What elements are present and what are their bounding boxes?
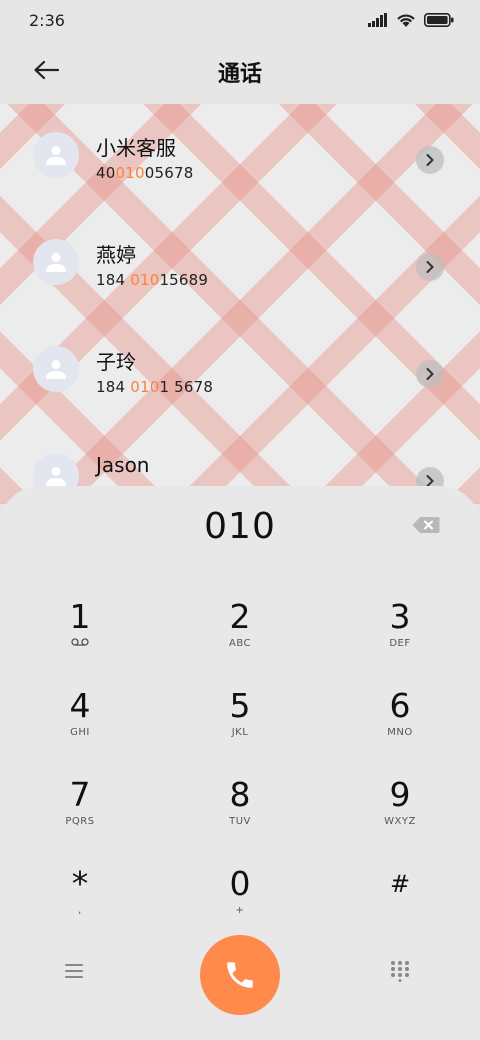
- avatar: [33, 239, 79, 285]
- contact-name: 子玲: [96, 350, 136, 374]
- menu-button[interactable]: [64, 962, 92, 986]
- key-star[interactable]: * ,: [20, 865, 140, 945]
- list-item[interactable]: 小米客服 4001005678: [0, 118, 480, 198]
- contact-name: 小米客服: [96, 136, 176, 160]
- chevron-right-icon: [426, 368, 434, 380]
- key-hash[interactable]: #: [340, 865, 460, 945]
- key-2[interactable]: 2 ABC: [180, 598, 300, 678]
- status-bar: 2:36: [0, 0, 480, 40]
- key-0[interactable]: 0 +: [180, 865, 300, 945]
- header: 通话: [0, 40, 480, 104]
- contact-number: 4001005678: [96, 164, 194, 182]
- phone-icon: [227, 962, 253, 988]
- key-6[interactable]: 6 MNO: [340, 687, 460, 767]
- status-time: 2:36: [29, 11, 65, 30]
- wifi-icon: [397, 14, 415, 27]
- key-1[interactable]: 1: [20, 598, 140, 678]
- page-title: 通话: [217, 62, 262, 87]
- backspace-icon: [412, 517, 440, 533]
- call-button[interactable]: [200, 935, 280, 1015]
- chevron-right-icon: [426, 261, 434, 273]
- contact-detail-button[interactable]: [416, 146, 444, 174]
- contact-detail-button[interactable]: [416, 360, 444, 388]
- avatar: [33, 132, 79, 178]
- key-9[interactable]: 9 WXYZ: [340, 776, 460, 856]
- contact-number: 184 0101 5678: [96, 378, 214, 396]
- person-icon: [46, 253, 66, 272]
- status-icons: [368, 12, 454, 28]
- contact-detail-button[interactable]: [416, 253, 444, 281]
- contact-results-list: 小米客服 4001005678 燕婷 184 01015689 子玲 184 0…: [0, 104, 480, 504]
- menu-icon: [65, 964, 83, 978]
- person-icon: [46, 146, 66, 165]
- dialpad-icon: [391, 961, 409, 982]
- key-8[interactable]: 8 TUV: [180, 776, 300, 856]
- person-icon: [46, 467, 66, 486]
- contact-number: 184 01015689: [96, 271, 209, 289]
- dialpad-toggle-button[interactable]: [390, 960, 414, 984]
- voicemail-icon: [71, 638, 89, 646]
- list-item[interactable]: 子玲 184 0101 5678: [0, 332, 480, 412]
- person-icon: [46, 360, 66, 379]
- key-4[interactable]: 4 GHI: [20, 687, 140, 767]
- battery-icon: [424, 13, 454, 27]
- key-5[interactable]: 5 JKL: [180, 687, 300, 767]
- dialed-number: 010: [204, 506, 276, 547]
- avatar: [33, 346, 79, 392]
- list-item[interactable]: 燕婷 184 01015689: [0, 225, 480, 305]
- key-7[interactable]: 7 PQRS: [20, 776, 140, 856]
- key-3[interactable]: 3 DEF: [340, 598, 460, 678]
- signal-icon: [368, 13, 387, 27]
- backspace-button[interactable]: [412, 516, 442, 538]
- contact-name: Jason: [96, 453, 150, 477]
- contact-name: 燕婷: [96, 243, 136, 267]
- chevron-right-icon: [426, 154, 434, 166]
- dialpad-panel: 010 1 2 ABC 3 DEF 4 GHI 5 JKL 6 MNO 7 PQ…: [0, 486, 480, 1040]
- dialer-bottom-bar: [0, 934, 480, 1015]
